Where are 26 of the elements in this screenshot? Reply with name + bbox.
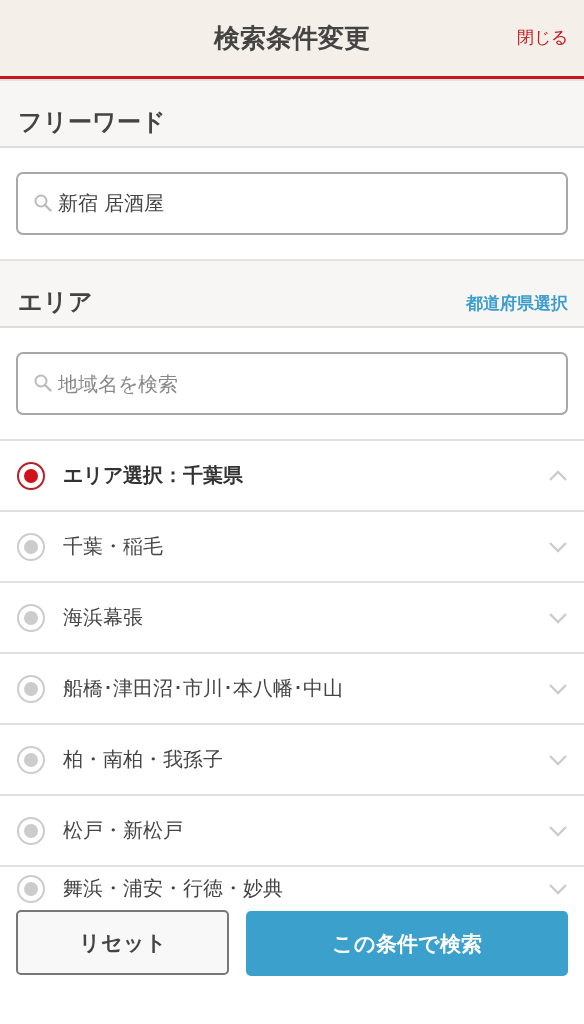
page-title: 検索条件変更 <box>214 21 370 55</box>
chevron-icon[interactable] <box>548 469 568 482</box>
chevron-icon[interactable] <box>548 882 568 895</box>
section-heading: フリーワード <box>18 107 166 138</box>
area-label: 舞浜・浦安・行徳・妙典 <box>63 875 284 902</box>
area-label: 松戸・新松戸 <box>63 817 184 844</box>
close-link[interactable]: 閉じる <box>517 26 568 49</box>
search-icon <box>34 194 52 212</box>
chevron-icon[interactable] <box>548 824 568 837</box>
search-field[interactable]: 地域名を検索 <box>16 352 568 415</box>
area-label: エリア選択：千葉県 <box>63 462 244 489</box>
reset-button[interactable]: リセット <box>16 910 229 975</box>
area-label: 海浜幕張 <box>63 604 144 631</box>
chevron-icon[interactable] <box>548 540 568 553</box>
prefecture-select-link[interactable]: 都道府県選択 <box>466 292 568 315</box>
area-label: 船橋･津田沼･市川･本八幡･中山 <box>63 675 344 702</box>
chevron-icon[interactable] <box>548 682 568 695</box>
chevron-icon[interactable] <box>548 753 568 766</box>
area-label: 千葉・稲毛 <box>63 533 164 560</box>
search-field[interactable]: 新宿 居酒屋 <box>16 172 568 235</box>
chevron-icon[interactable] <box>548 611 568 624</box>
radio-button[interactable] <box>17 461 45 490</box>
search-button[interactable]: この条件で検索 <box>246 911 568 976</box>
section-heading: エリア <box>18 287 93 318</box>
area-label: 柏・南柏・我孫子 <box>63 746 224 773</box>
search-icon <box>34 374 52 392</box>
